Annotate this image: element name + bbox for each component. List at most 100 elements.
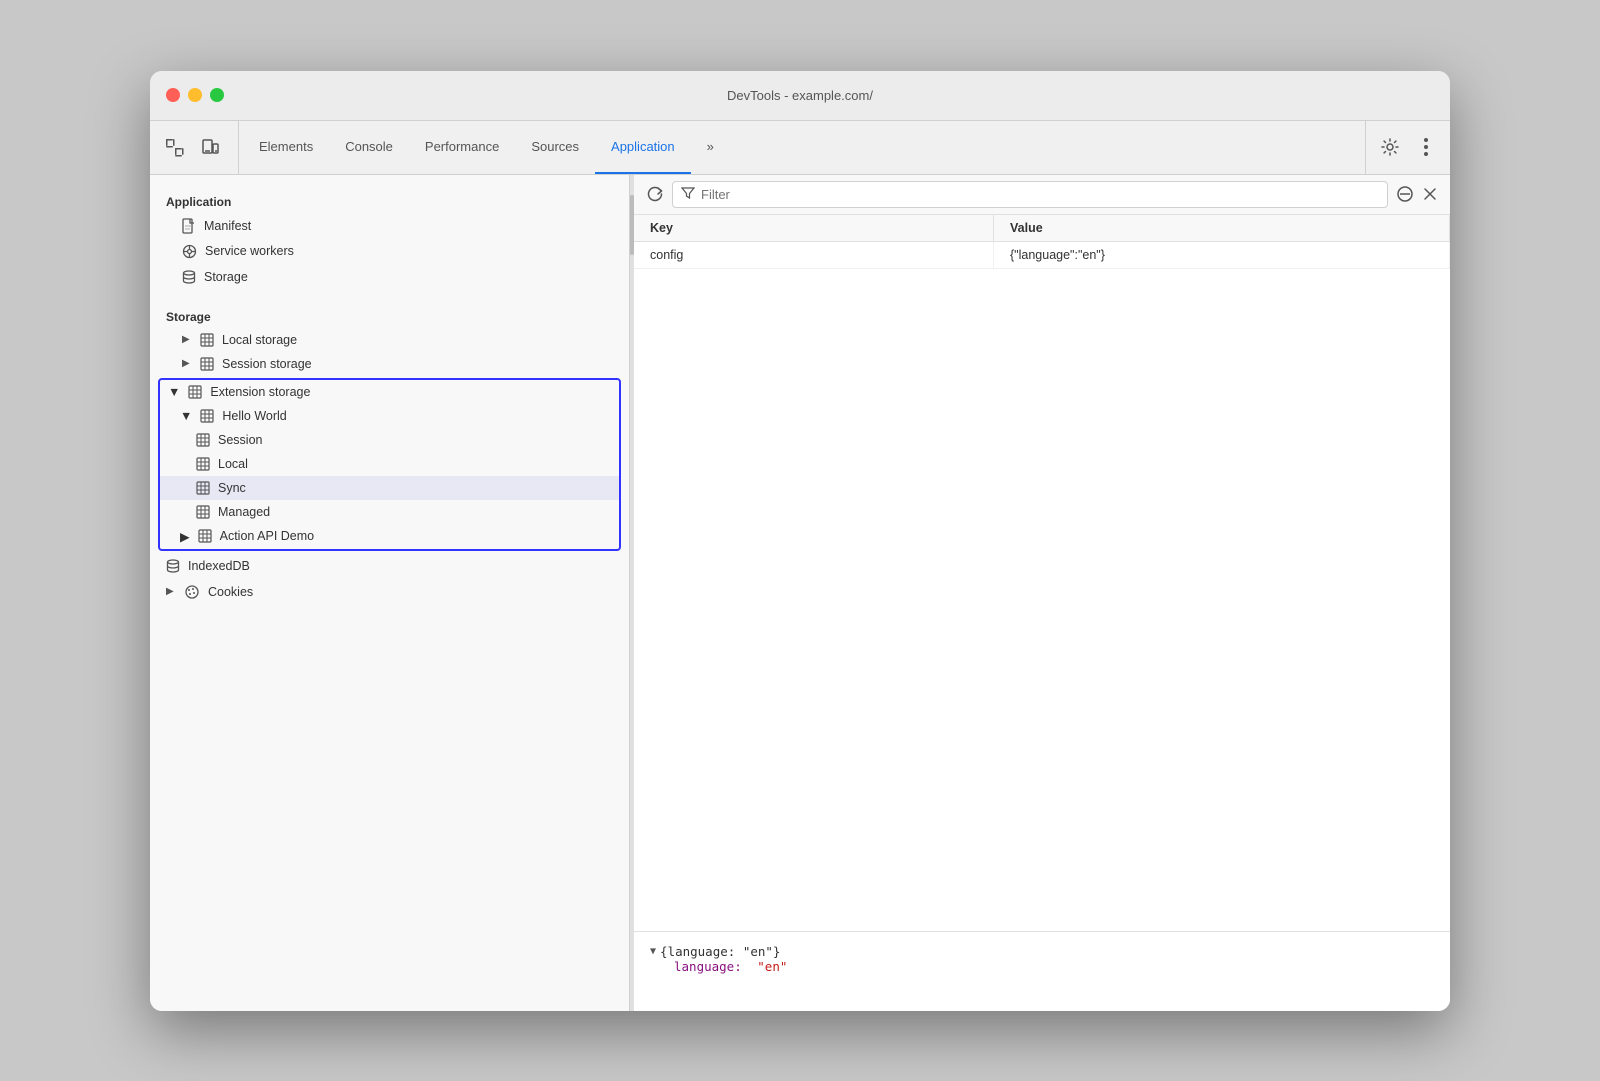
- action-api-demo-label: Action API Demo: [220, 529, 315, 543]
- sidebar-item-sync[interactable]: Sync: [160, 476, 619, 500]
- sync-icon: [196, 481, 210, 495]
- local-icon: [196, 457, 210, 471]
- sidebar-item-local[interactable]: Local: [160, 452, 619, 476]
- filter-input-wrapper: [672, 181, 1388, 208]
- close-button[interactable]: [166, 88, 180, 102]
- preview-object-line: ▼ {language: "en"}: [650, 944, 1434, 959]
- main-content: Application Manifest: [150, 175, 1450, 1011]
- sidebar-item-session-storage[interactable]: ▶ Session storage: [150, 352, 629, 376]
- toolbar-icon-group: [158, 121, 239, 174]
- cookies-arrow: ▶: [166, 586, 176, 597]
- sidebar-item-service-workers[interactable]: Service workers: [150, 239, 629, 264]
- preview-expand-arrow[interactable]: ▼: [650, 946, 656, 957]
- session-storage-arrow: ▶: [182, 358, 192, 369]
- action-api-demo-icon: [198, 529, 212, 543]
- extension-storage-label: Extension storage: [210, 385, 310, 399]
- session-icon: [196, 433, 210, 447]
- clear-filter-button[interactable]: [1396, 185, 1414, 203]
- table-header: Key Value: [634, 215, 1450, 242]
- hello-world-icon: [200, 409, 214, 423]
- service-workers-icon: [182, 244, 197, 259]
- action-api-demo-arrow: ▶: [180, 529, 190, 544]
- more-options-button[interactable]: [1410, 131, 1442, 163]
- storage-label: Storage: [204, 270, 248, 284]
- more-tabs-button[interactable]: »: [691, 121, 730, 174]
- hello-world-arrow: ▼: [180, 409, 192, 423]
- sidebar-item-cookies[interactable]: ▶ Cookies: [150, 579, 629, 605]
- cookies-label: Cookies: [208, 585, 253, 599]
- settings-button[interactable]: [1374, 131, 1406, 163]
- sync-label: Sync: [218, 481, 246, 495]
- filter-bar: [634, 175, 1450, 215]
- session-label: Session: [218, 433, 262, 447]
- tab-console[interactable]: Console: [329, 121, 409, 174]
- sidebar-item-action-api-demo[interactable]: ▶ Action API Demo: [160, 524, 619, 549]
- sidebar-scrollbar-divider: [630, 175, 634, 1011]
- sidebar-item-manifest[interactable]: Manifest: [150, 213, 629, 239]
- local-storage-label: Local storage: [222, 333, 297, 347]
- local-label: Local: [218, 457, 248, 471]
- indexeddb-label: IndexedDB: [188, 559, 250, 573]
- managed-label: Managed: [218, 505, 270, 519]
- preview-prop-name: language:: [674, 959, 742, 974]
- titlebar: DevTools - example.com/: [150, 71, 1450, 121]
- local-storage-arrow: ▶: [182, 334, 192, 345]
- block-icon: [1396, 185, 1414, 203]
- session-storage-icon: [200, 357, 214, 371]
- table-body: config {"language":"en"}: [634, 242, 1450, 931]
- sidebar-scrollbar-thumb[interactable]: [630, 195, 634, 255]
- key-column-header: Key: [634, 215, 994, 241]
- tab-elements[interactable]: Elements: [243, 121, 329, 174]
- tab-performance[interactable]: Performance: [409, 121, 515, 174]
- storage-table: Key Value config {"language":"en"}: [634, 215, 1450, 931]
- sidebar-item-extension-storage[interactable]: ▼ Extension storage: [160, 380, 619, 404]
- sidebar: Application Manifest: [150, 175, 630, 1011]
- application-section-title: Application: [150, 187, 629, 213]
- tab-application[interactable]: Application: [595, 121, 691, 174]
- toolbar-tabs: Elements Console Performance Sources App…: [243, 121, 1365, 174]
- cursor-icon: [164, 137, 184, 157]
- table-row[interactable]: config {"language":"en"}: [634, 242, 1450, 269]
- hello-world-label: Hello World: [222, 409, 286, 423]
- devtools-window: DevTools - example.com/: [150, 71, 1450, 1011]
- storage-section-title: Storage: [150, 302, 629, 328]
- window-controls: [166, 88, 224, 102]
- more-vert-icon: [1424, 138, 1428, 156]
- sidebar-item-indexeddb[interactable]: IndexedDB: [150, 553, 629, 579]
- devtools-toolbar: Elements Console Performance Sources App…: [150, 121, 1450, 175]
- close-filter-button[interactable]: [1422, 186, 1438, 202]
- managed-icon: [196, 505, 210, 519]
- preview-object-label: {language: "en"}: [660, 944, 780, 959]
- minimize-button[interactable]: [188, 88, 202, 102]
- cookies-icon: [184, 584, 200, 600]
- preview-panel: ▼ {language: "en"} language: "en": [634, 931, 1450, 1011]
- key-cell: config: [634, 242, 994, 268]
- session-storage-label: Session storage: [222, 357, 312, 371]
- sidebar-item-hello-world[interactable]: ▼ Hello World: [160, 404, 619, 428]
- extension-storage-icon: [188, 385, 202, 399]
- device-icon: [200, 137, 220, 157]
- sidebar-item-managed[interactable]: Managed: [160, 500, 619, 524]
- filter-input[interactable]: [701, 187, 1379, 202]
- extension-storage-arrow: ▼: [168, 385, 180, 399]
- reload-button[interactable]: [646, 185, 664, 203]
- sidebar-item-storage[interactable]: Storage: [150, 264, 629, 290]
- window-title: DevTools - example.com/: [727, 88, 873, 103]
- value-column-header: Value: [994, 215, 1450, 241]
- local-storage-icon: [200, 333, 214, 347]
- gear-icon: [1380, 137, 1400, 157]
- maximize-button[interactable]: [210, 88, 224, 102]
- service-workers-label: Service workers: [205, 244, 294, 258]
- filter-funnel-icon: [681, 186, 695, 203]
- manifest-label: Manifest: [204, 219, 251, 233]
- reload-icon: [646, 185, 664, 203]
- tab-sources[interactable]: Sources: [515, 121, 595, 174]
- cursor-tool-button[interactable]: [158, 131, 190, 163]
- right-panel: Key Value config {"language":"en"} ▼ {la…: [634, 175, 1450, 1011]
- preview-property-line: language: "en": [674, 959, 1434, 974]
- sidebar-item-session[interactable]: Session: [160, 428, 619, 452]
- preview-prop-value: "en": [757, 959, 787, 974]
- sidebar-item-local-storage[interactable]: ▶ Local storage: [150, 328, 629, 352]
- value-cell: {"language":"en"}: [994, 242, 1450, 268]
- device-tool-button[interactable]: [194, 131, 226, 163]
